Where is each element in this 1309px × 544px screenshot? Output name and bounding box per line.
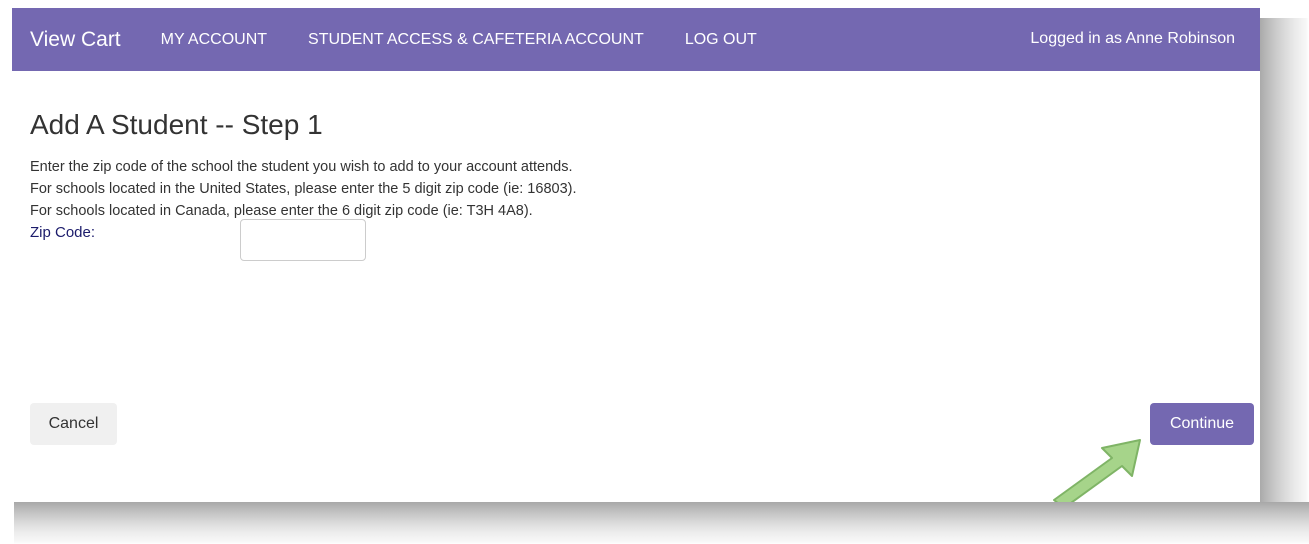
logged-in-user-text: Logged in as Anne Robinson <box>1030 30 1235 47</box>
view-cart-link[interactable]: View Cart <box>30 28 121 52</box>
screenshot-shadow-bottom <box>14 502 1309 544</box>
page-card: View Cart MY ACCOUNT STUDENT ACCESS & CA… <box>12 8 1260 502</box>
nav-link-student-access[interactable]: STUDENT ACCESS & CAFETERIA ACCOUNT <box>308 31 644 49</box>
top-navbar: View Cart MY ACCOUNT STUDENT ACCESS & CA… <box>12 8 1260 71</box>
zip-code-input[interactable] <box>240 219 366 261</box>
cancel-button[interactable]: Cancel <box>30 403 117 445</box>
continue-button[interactable]: Continue <box>1150 403 1254 445</box>
arrow-up-right-icon <box>1053 439 1141 502</box>
instructions: Enter the zip code of the school the stu… <box>30 156 1260 222</box>
nav-link-log-out[interactable]: LOG OUT <box>685 31 757 49</box>
zip-code-label: Zip Code: <box>30 224 96 241</box>
instruction-line: Enter the zip code of the school the stu… <box>30 159 573 175</box>
screenshot-shadow-right <box>1258 18 1309 518</box>
zip-code-row: Zip Code: <box>30 219 630 263</box>
instruction-line: For schools located in the United States… <box>30 181 577 197</box>
nav-link-my-account[interactable]: MY ACCOUNT <box>161 31 267 49</box>
main-content: Add A Student -- Step 1 Enter the zip co… <box>12 71 1260 222</box>
page-title: Add A Student -- Step 1 <box>30 109 323 140</box>
